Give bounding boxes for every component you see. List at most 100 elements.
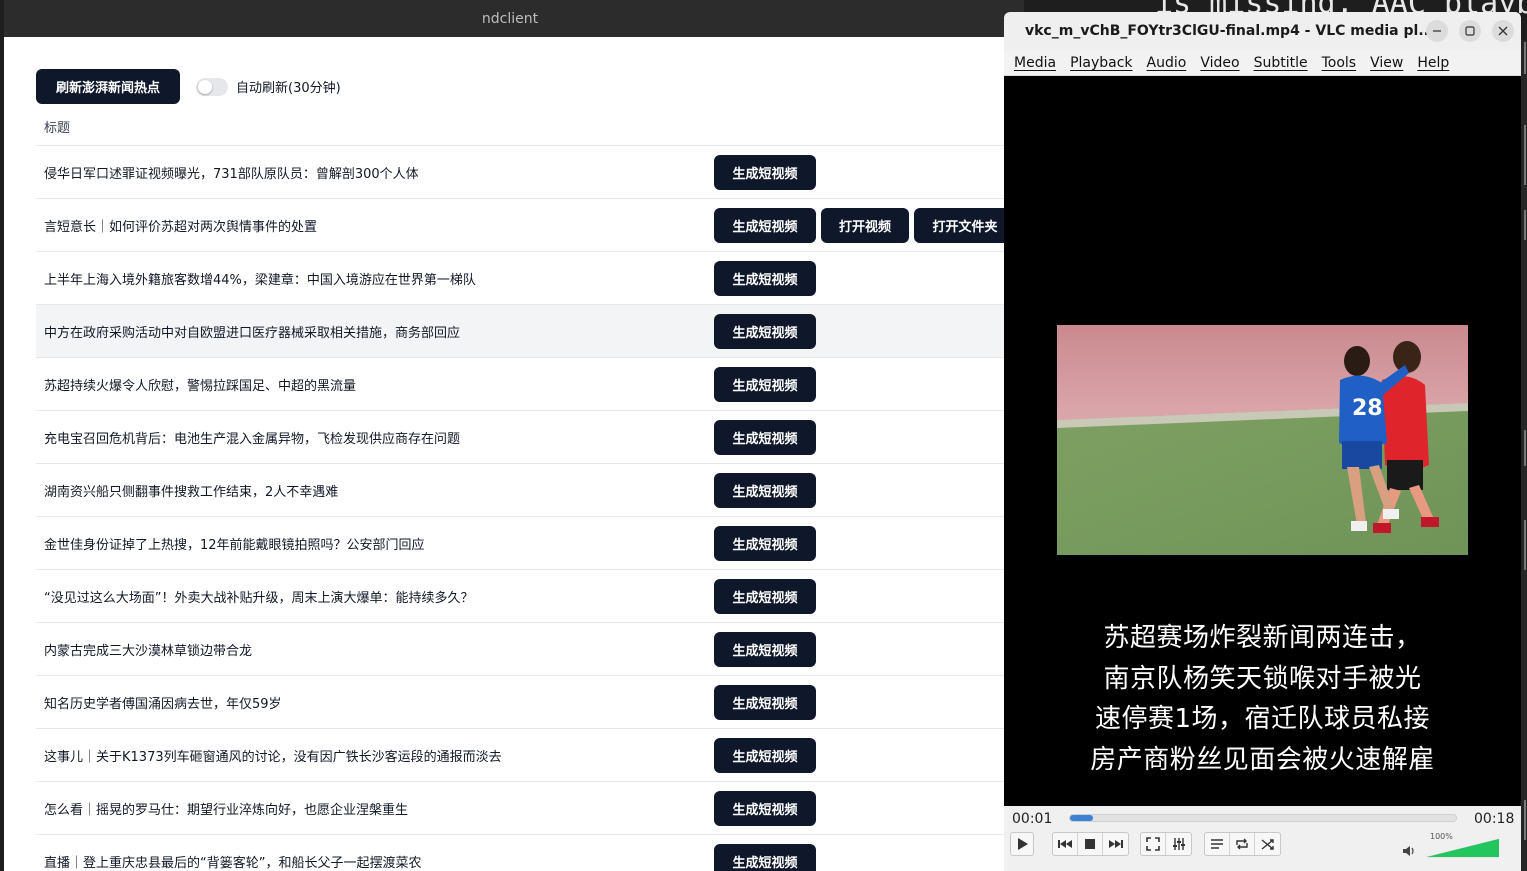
loop-button[interactable]	[1230, 833, 1255, 855]
news-title: 言短意长｜如何评价苏超对两次舆情事件的处置	[44, 219, 318, 235]
table-row: 直播｜登上重庆忠县最后的“背篓客轮”，和船长父子一起摆渡菜农 生成短视频	[36, 834, 1024, 871]
close-icon	[1498, 26, 1508, 36]
table-row: 金世佳身份证掉了上热搜，12年前能戴眼镜拍照吗？公安部门回应 生成短视频	[36, 516, 1024, 569]
table-row: 内蒙古完成三大沙漠林草锁边带合龙 生成短视频	[36, 622, 1024, 675]
vlc-menubar: Media Playback Audio Video Subtitle Tools View…	[1004, 50, 1521, 76]
extended-settings-button[interactable]	[1166, 833, 1191, 855]
row-actions: 生成短视频	[714, 419, 821, 455]
next-button[interactable]	[1103, 833, 1128, 855]
shuffle-icon	[1261, 839, 1274, 850]
video-area[interactable]: 28 苏超赛场炸裂新闻两连击， 南京队杨笑天锁喉对手被光 速停赛1场，宿迁队球员私接…	[1004, 76, 1521, 806]
time-total: 00:18	[1474, 811, 1515, 827]
generate-video-button[interactable]: 生成短视频	[714, 207, 816, 243]
vlc-titlebar[interactable]: vkc_m_vChB_FOYtr3ClGU-final.mp4 - VLC me…	[1004, 12, 1521, 50]
generate-video-button[interactable]: 生成短视频	[714, 260, 816, 296]
menu-video[interactable]: Video	[1200, 55, 1239, 71]
row-actions: 生成短视频	[714, 843, 821, 871]
background-scroll-mark	[1524, 800, 1526, 840]
table-row: “没见过这么大场面”！外卖大战补贴升级，周末上演大爆单：能持续多久？ 生成短视频	[36, 569, 1024, 622]
menu-tools[interactable]: Tools	[1322, 55, 1357, 71]
menu-audio[interactable]: Audio	[1147, 55, 1187, 71]
row-actions: 生成短视频	[714, 366, 821, 402]
table-row: 上半年上海入境外籍旅客数增44%，梁建章：中国入境游应在世界第一梯队 生成短视频	[36, 251, 1024, 304]
menu-help[interactable]: Help	[1417, 55, 1449, 71]
menu-view[interactable]: View	[1370, 55, 1403, 71]
auto-refresh-label: 自动刷新(30分钟)	[236, 81, 341, 96]
subtitle-line: 南京队杨笑天锁喉对手被光	[1103, 663, 1422, 694]
volume-icon[interactable]	[1402, 844, 1418, 858]
generate-video-button[interactable]: 生成短视频	[714, 154, 816, 190]
seek-bar[interactable]	[1069, 814, 1457, 822]
news-title: 苏超持续火爆令人欣慰，警惕拉踩国足、中超的黑流量	[44, 378, 357, 394]
news-title: 侵华日军口述罪证视频曝光，731部队原队员：曾解剖300个人体	[44, 166, 419, 182]
menu-media[interactable]: Media	[1014, 55, 1056, 71]
generate-video-button[interactable]: 生成短视频	[714, 472, 816, 508]
menu-subtitle[interactable]: Subtitle	[1254, 55, 1308, 71]
generate-video-button[interactable]: 生成短视频	[714, 578, 816, 614]
generate-video-button[interactable]: 生成短视频	[714, 737, 816, 773]
news-title: 这事儿｜关于K1373列车砸窗通风的讨论，没有因广铁长沙客运段的通报而淡去	[44, 749, 502, 765]
background-scroll-mark	[1524, 125, 1526, 185]
jersey-number: 28	[1352, 396, 1383, 421]
row-actions: 生成短视频	[714, 525, 821, 561]
news-title: 直播｜登上重庆忠县最后的“背篓客轮”，和船长父子一起摆渡菜农	[44, 855, 422, 871]
news-title: 怎么看｜摇晃的罗马仕：期望行业淬炼向好，也愿企业涅槃重生	[44, 802, 409, 818]
generate-video-button[interactable]: 生成短视频	[714, 631, 816, 667]
generate-video-button[interactable]: 生成短视频	[714, 419, 816, 455]
generate-video-button[interactable]: 生成短视频	[714, 525, 816, 561]
window-title: ndclient	[481, 10, 539, 27]
subtitle-line: 房产商粉丝见面会被火速解雇	[1090, 744, 1435, 775]
playback-controls	[1052, 832, 1129, 856]
stop-button[interactable]	[1078, 833, 1103, 855]
subtitle-line: 速停赛1场，宿迁队球员私接	[1094, 704, 1431, 734]
stop-icon	[1085, 839, 1095, 849]
menu-playback[interactable]: Playback	[1070, 55, 1132, 71]
news-title: 充电宝召回危机背后：电池生产混入金属异物，飞检发现供应商存在问题	[44, 431, 461, 447]
close-button[interactable]	[1492, 20, 1514, 42]
generate-video-button[interactable]: 生成短视频	[714, 684, 816, 720]
auto-refresh-toggle[interactable]	[196, 77, 228, 96]
generate-video-button[interactable]: 生成短视频	[714, 366, 816, 402]
generate-video-button[interactable]: 生成短视频	[714, 843, 816, 871]
table-row: 苏超持续火爆令人欣慰，警惕拉踩国足、中超的黑流量 生成短视频	[36, 357, 1024, 410]
equalizer-icon	[1172, 838, 1185, 850]
play-icon	[1018, 838, 1028, 850]
toolbar: 刷新澎湃新闻热点 自动刷新(30分钟)	[36, 69, 341, 104]
refresh-news-button[interactable]: 刷新澎湃新闻热点	[36, 69, 180, 104]
play-button[interactable]	[1010, 832, 1034, 856]
generate-video-button[interactable]: 生成短视频	[714, 313, 816, 349]
row-actions: 生成短视频	[714, 313, 821, 349]
maximize-button[interactable]	[1459, 20, 1481, 42]
table-row: 言短意长｜如何评价苏超对两次舆情事件的处置 生成短视频 打开视频 打开文件夹	[36, 198, 1024, 251]
background-scroll-mark	[1524, 520, 1526, 570]
playlist-button[interactable]	[1205, 833, 1230, 855]
main-content: 刷新澎湃新闻热点 自动刷新(30分钟) 标题 侵华日军口述罪证视频曝光，731部…	[4, 37, 1024, 871]
open-video-button[interactable]: 打开视频	[821, 207, 909, 243]
minimize-icon	[1433, 30, 1441, 32]
playlist-controls	[1204, 832, 1281, 856]
seek-bar-fill	[1070, 815, 1094, 821]
shuffle-button[interactable]	[1255, 833, 1280, 855]
row-actions: 生成短视频 打开视频 打开文件夹	[714, 207, 1021, 243]
news-title: 知名历史学者傅国涌因病去世，年仅59岁	[44, 696, 282, 712]
generate-video-button[interactable]: 生成短视频	[714, 790, 816, 826]
row-actions: 生成短视频	[714, 578, 821, 614]
ndclient-window: ndclient 刷新澎湃新闻热点 自动刷新(30分钟) 标题 侵华日军口述罪证…	[4, 0, 1024, 871]
news-title: 上半年上海入境外籍旅客数增44%，梁建章：中国入境游应在世界第一梯队	[44, 272, 476, 288]
maximize-icon	[1465, 26, 1475, 36]
window-titlebar[interactable]: ndclient	[4, 0, 1024, 37]
previous-button[interactable]	[1053, 833, 1078, 855]
volume-slider[interactable]	[1427, 838, 1499, 858]
loop-icon	[1236, 838, 1248, 850]
table-row: 这事儿｜关于K1373列车砸窗通风的讨论，没有因广铁长沙客运段的通报而淡去 生成短…	[36, 728, 1024, 781]
table-row: 怎么看｜摇晃的罗马仕：期望行业淬炼向好，也愿企业涅槃重生 生成短视频	[36, 781, 1024, 834]
table-row: 侵华日军口述罪证视频曝光，731部队原队员：曾解剖300个人体 生成短视频	[36, 145, 1024, 198]
video-subtitle: 苏超赛场炸裂新闻两连击， 南京队杨笑天锁喉对手被光 速停赛1场，宿迁队球员私接 房产商…	[1004, 618, 1521, 780]
toggle-knob	[198, 79, 212, 94]
open-folder-button[interactable]: 打开文件夹	[914, 207, 1016, 243]
background-scroll-mark	[1524, 210, 1526, 240]
subtitle-line: 苏超赛场炸裂新闻两连击，	[1103, 623, 1422, 653]
minimize-button[interactable]	[1426, 20, 1448, 42]
news-title: 中方在政府采购活动中对自欧盟进口医疗器械采取相关措施，商务部回应	[44, 325, 461, 341]
fullscreen-button[interactable]	[1141, 833, 1166, 855]
